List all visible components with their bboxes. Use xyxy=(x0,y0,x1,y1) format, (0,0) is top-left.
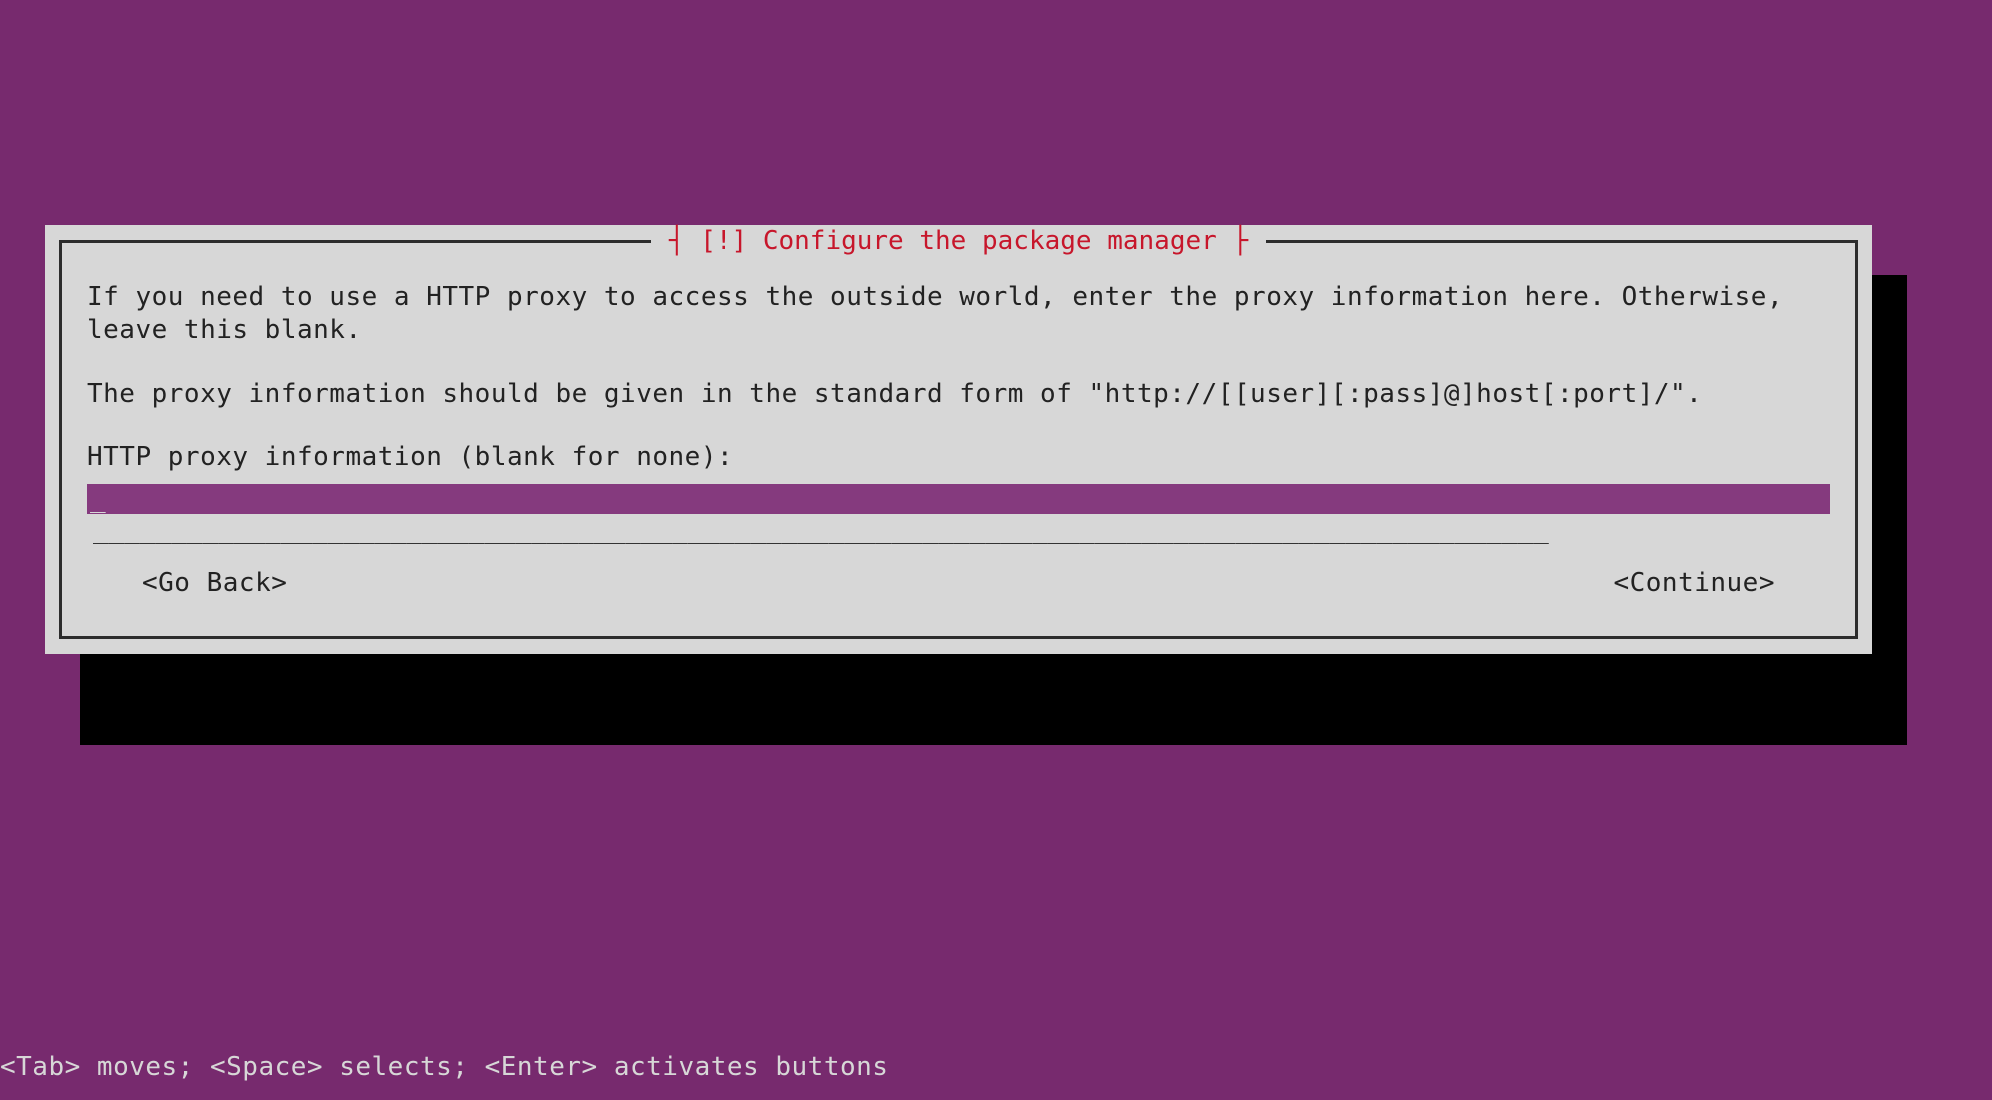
configure-package-manager-dialog: ┤ [!] Configure the package manager ├ If… xyxy=(45,225,1872,654)
proxy-prompt-label: HTTP proxy information (blank for none): xyxy=(87,441,1830,474)
http-proxy-input[interactable] xyxy=(87,484,1830,514)
dialog-button-row: <Go Back> <Continue> xyxy=(87,547,1830,605)
dialog-paragraph-1: If you need to use a HTTP proxy to acces… xyxy=(87,281,1830,348)
spacer xyxy=(87,419,1830,433)
spacer xyxy=(87,356,1830,370)
installer-screen: ┤ [!] Configure the package manager ├ If… xyxy=(0,0,1992,1100)
continue-button[interactable]: <Continue> xyxy=(1613,567,1775,600)
dialog-title: ┤ [!] Configure the package manager ├ xyxy=(651,225,1266,258)
dialog-paragraph-2: The proxy information should be given in… xyxy=(87,378,1830,411)
footer-hint: <Tab> moves; <Space> selects; <Enter> ac… xyxy=(0,1051,888,1084)
dialog-frame: ┤ [!] Configure the package manager ├ If… xyxy=(59,240,1858,639)
proxy-input-container: _ xyxy=(87,484,1830,514)
input-underline: ________________________________________… xyxy=(87,514,1830,547)
dialog-title-text: [!] Configure the package manager xyxy=(700,226,1217,256)
go-back-button[interactable]: <Go Back> xyxy=(142,567,287,600)
